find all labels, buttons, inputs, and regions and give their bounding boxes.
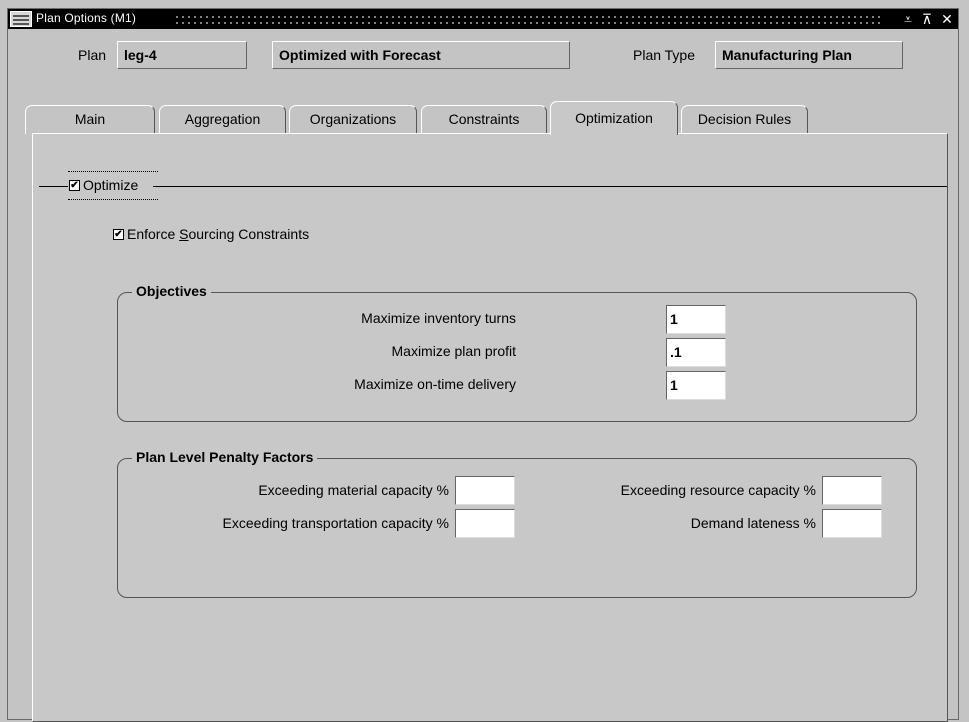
plan-label: Plan [78,47,107,63]
separator-line-left [39,186,68,187]
title-bar[interactable]: Plan Options (M1) ⩡ ⊼ ✕ [8,9,958,29]
resource-capacity-label: Exceeding resource capacity % [620,482,816,498]
oracle-app-icon [10,11,32,27]
on-time-delivery-input[interactable]: 1 [666,371,726,400]
plan-profit-input[interactable]: .1 [666,338,726,367]
tab-constraints[interactable]: Constraints [421,105,547,134]
maximize-icon[interactable]: ⊼ [917,9,937,29]
inventory-turns-input[interactable]: 1 [666,305,726,334]
transportation-capacity-label: Exceeding transportation capacity % [222,515,449,531]
separator-line-right [153,186,947,187]
tab-optimization[interactable]: Optimization [550,101,678,135]
minimize-icon[interactable]: ⩡ [898,9,918,29]
tab-aggregation[interactable]: Aggregation [159,105,286,134]
optimization-panel: ✔ Optimize ✔ Enforce Sourcing Constraint… [32,133,948,722]
demand-lateness-label: Demand lateness % [690,515,816,531]
window-title: Plan Options (M1) [36,11,137,25]
on-time-delivery-label: Maximize on-time delivery [354,376,516,392]
optimize-checkbox[interactable]: ✔ [69,180,80,191]
close-icon[interactable]: ✕ [937,9,957,29]
penalty-factors-title: Plan Level Penalty Factors [132,449,318,465]
tab-decision-rules[interactable]: Decision Rules [681,105,808,134]
material-capacity-label: Exceeding material capacity % [258,482,449,498]
tab-main[interactable]: Main [25,105,155,134]
tab-organizations[interactable]: Organizations [289,105,417,134]
demand-lateness-input[interactable] [822,509,882,538]
title-bar-pattern [174,14,880,24]
optimize-label: Optimize [83,177,139,193]
plan-profit-label: Maximize plan profit [391,343,517,359]
transportation-capacity-input[interactable] [455,509,515,538]
inventory-turns-label: Maximize inventory turns [361,310,516,326]
enforce-sourcing-label: Enforce Sourcing Constraints [127,226,310,242]
plan-name-field[interactable]: leg-4 [117,41,247,69]
objectives-title: Objectives [132,283,211,299]
penalty-factors-group: Plan Level Penalty Factors Exceeding mat… [117,449,917,598]
plan-type-label: Plan Type [633,47,696,63]
resource-capacity-input[interactable] [822,476,882,505]
plan-description-field[interactable]: Optimized with Forecast [272,41,570,69]
material-capacity-input[interactable] [455,476,515,505]
plan-type-field[interactable]: Manufacturing Plan [715,41,903,69]
enforce-sourcing-checkbox[interactable]: ✔ [113,229,124,240]
objectives-group: Objectives Maximize inventory turns 1 Ma… [117,283,917,422]
plan-options-window: Plan Options (M1) ⩡ ⊼ ✕ Plan leg-4 Optim… [7,8,959,722]
